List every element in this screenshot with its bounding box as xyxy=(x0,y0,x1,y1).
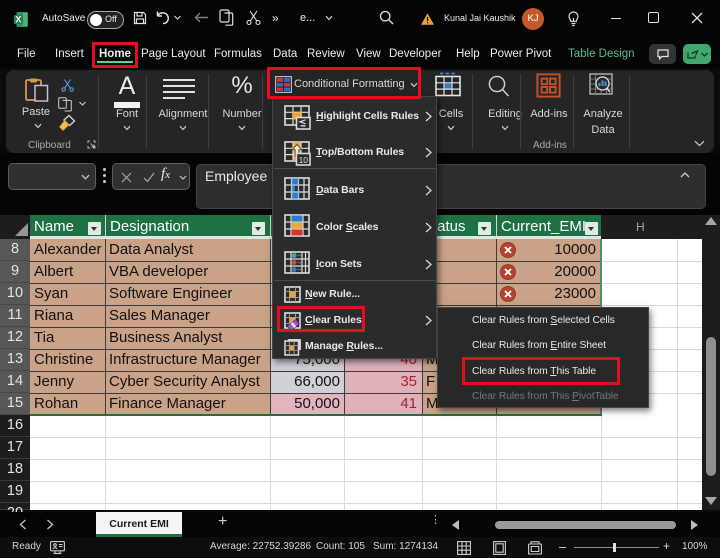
svg-text:10: 10 xyxy=(299,155,309,165)
svg-text:X: X xyxy=(15,15,21,25)
